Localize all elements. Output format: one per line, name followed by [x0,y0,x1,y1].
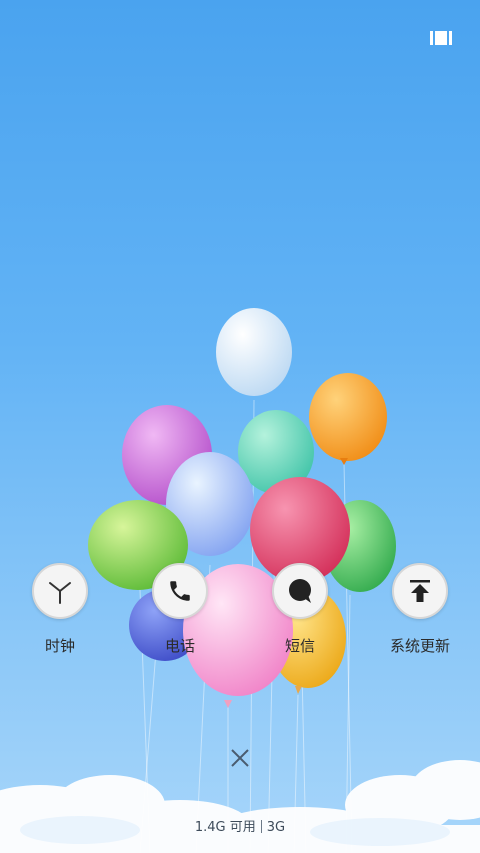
clock-icon[interactable] [32,563,88,619]
recent-app-clock[interactable]: 时钟 [15,563,105,673]
app-label: 系统更新 [389,637,450,655]
network-type: 3G [266,820,286,835]
app-label: 短信 [284,637,315,655]
recent-app-phone[interactable]: 电话 [135,563,225,673]
app-label: 时钟 [44,637,75,655]
message-icon[interactable] [272,563,328,619]
divider [260,820,262,833]
wallpaper-balloons [88,308,396,853]
memory-available: 1.4G 可用 [194,820,256,835]
recent-app-system-update[interactable]: 系统更新 [375,563,465,673]
close-icon[interactable] [226,744,254,772]
memory-status: 1.4G 可用 3G [0,816,480,835]
recent-app-messages[interactable]: 短信 [255,563,345,673]
app-label: 电话 [164,637,195,655]
recents-icon[interactable] [430,29,452,47]
phone-icon[interactable] [152,563,208,619]
system-update-icon[interactable] [392,563,448,619]
